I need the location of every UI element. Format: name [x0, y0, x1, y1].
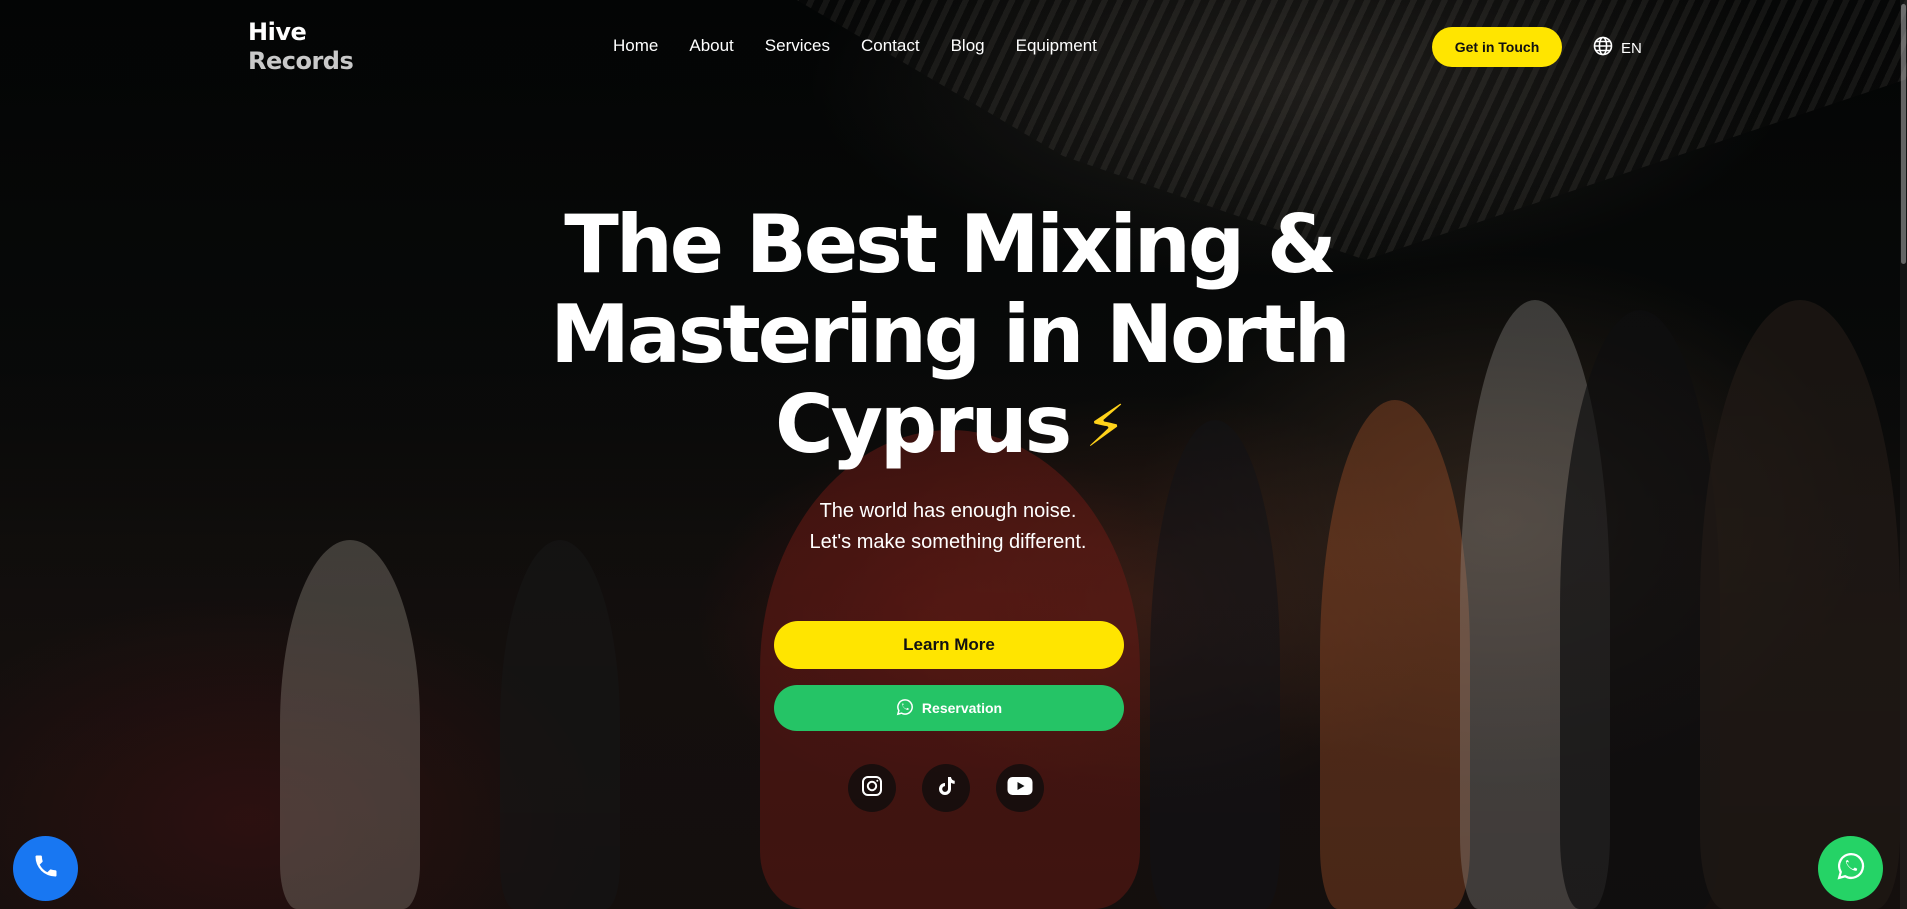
social-links [848, 764, 1044, 812]
tiktok-link[interactable] [922, 764, 970, 812]
hero-subtitle: The world has enough noise. Let's make s… [700, 496, 1196, 558]
reservation-label: Reservation [921, 700, 1003, 716]
whatsapp-chat-button[interactable] [1818, 836, 1883, 901]
main-nav: Home About Services Contact Blog Equipme… [613, 36, 1128, 56]
instagram-icon [860, 774, 884, 803]
nav-blog[interactable]: Blog [951, 36, 985, 56]
nav-about[interactable]: About [689, 36, 733, 56]
scrollbar-thumb[interactable] [1901, 4, 1906, 264]
nav-home[interactable]: Home [613, 36, 658, 56]
language-code: EN [1621, 39, 1642, 57]
phone-icon [32, 852, 60, 885]
page-scrollbar[interactable] [1900, 0, 1907, 909]
youtube-link[interactable] [996, 764, 1044, 812]
hero-title: The Best Mixing & Mastering in North Cyp… [480, 200, 1418, 471]
nav-equipment[interactable]: Equipment [1016, 36, 1097, 56]
brand-name-line1: Hive [248, 18, 307, 46]
brand-name-line2: Records [248, 47, 354, 75]
whatsapp-icon [1836, 851, 1866, 886]
tiktok-icon [934, 774, 958, 803]
learn-more-button[interactable]: Learn More [774, 621, 1124, 669]
nav-services[interactable]: Services [765, 36, 830, 56]
get-in-touch-button[interactable]: Get in Touch [1432, 27, 1562, 67]
reservation-button[interactable]: Reservation [774, 685, 1124, 731]
lightning-bolt-icon: ⚡ [1085, 392, 1126, 460]
hero-title-line3: Cyprus [775, 378, 1072, 471]
brand-logo[interactable]: Hive Records [248, 18, 354, 76]
nav-contact[interactable]: Contact [861, 36, 920, 56]
globe-icon [1593, 36, 1613, 60]
hero-title-line2: Mastering in North [550, 288, 1350, 381]
language-selector[interactable]: EN [1593, 36, 1642, 60]
whatsapp-icon [896, 698, 914, 719]
youtube-icon [1007, 776, 1033, 801]
instagram-link[interactable] [848, 764, 896, 812]
hero-subtitle-line2: Let's make something different. [809, 531, 1087, 553]
hero-title-line1: The Best Mixing & [564, 198, 1336, 291]
call-button[interactable] [13, 836, 78, 901]
hero-subtitle-line1: The world has enough noise. [819, 500, 1077, 522]
